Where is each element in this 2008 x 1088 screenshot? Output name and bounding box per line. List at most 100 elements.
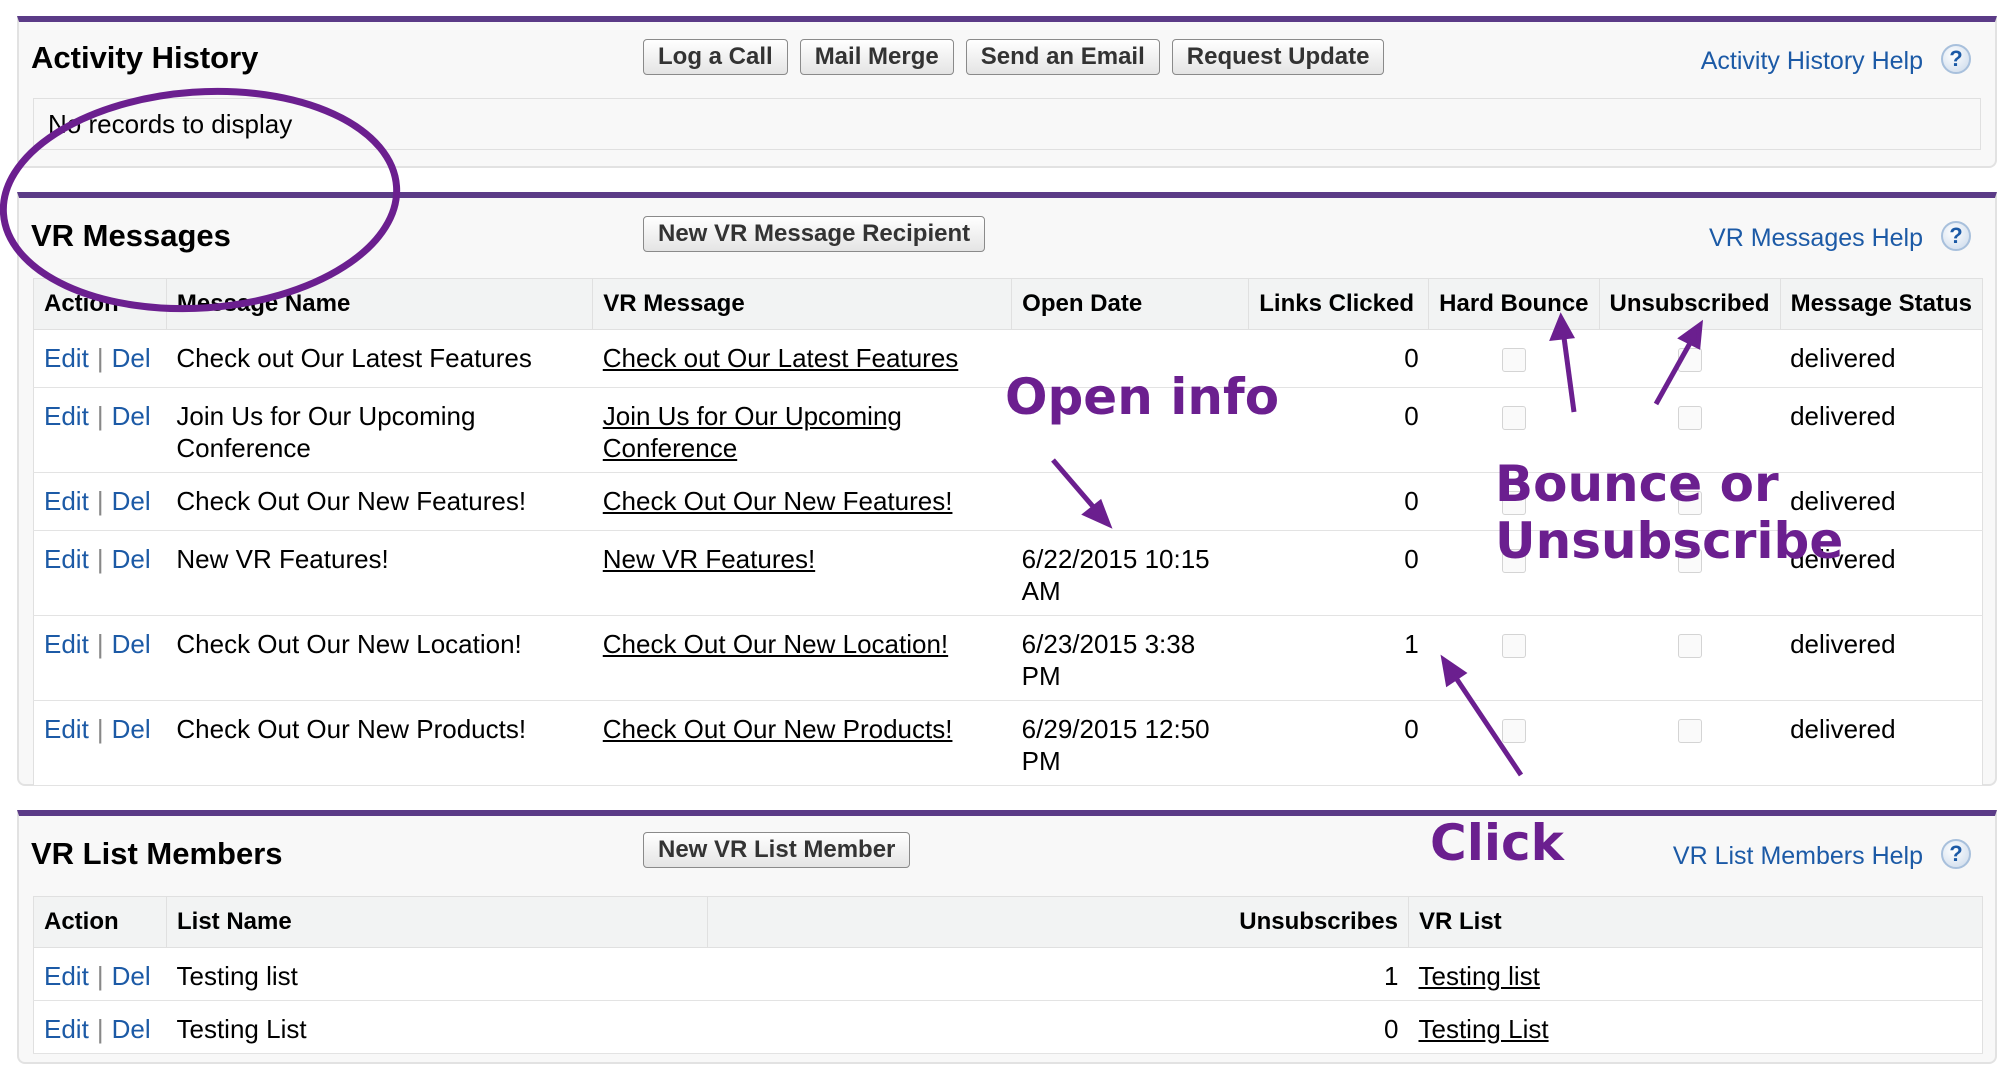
links-clicked-cell: 0 (1248, 700, 1429, 786)
links-clicked-cell: 0 (1248, 472, 1429, 531)
column-header-action: Action (33, 896, 167, 948)
message-status-cell: delivered (1780, 387, 1983, 473)
delete-link[interactable]: Del (112, 714, 151, 744)
request-update-button[interactable]: Request Update (1171, 39, 1385, 75)
annotation-open-info: Open info (1005, 368, 1280, 426)
delete-link[interactable]: Del (112, 544, 151, 574)
column-header-open-date: Open Date (1011, 278, 1250, 330)
vr-list-members-panel: VR List Members New VR List Member VR Li… (17, 810, 1997, 1064)
annotation-click: Click (1430, 814, 1564, 872)
column-header-links-clicked: Links Clicked (1248, 278, 1430, 330)
vr-list-members-table: Action List Name Unsubscribes VR List Ed… (33, 896, 1983, 1054)
action-separator: | (96, 961, 104, 991)
row-actions: Edit | Del (33, 947, 167, 1001)
help-icon[interactable]: ? (1941, 44, 1971, 74)
vr-message-link[interactable]: Check out Our Latest Features (603, 343, 959, 373)
vr-list-members-help-link[interactable]: VR List Members Help (1673, 842, 1923, 871)
message-name-cell: Check Out Our New Products! (166, 700, 593, 786)
list-name-cell: Testing List (166, 1000, 708, 1054)
unsubscribes-cell: 1 (707, 947, 1409, 1001)
open-date-cell: 6/23/2015 3:38 PM (1011, 615, 1249, 701)
edit-link[interactable]: Edit (44, 1014, 89, 1044)
send-an-email-button[interactable]: Send an Email (965, 39, 1160, 75)
column-header-message-name: Message Name (166, 278, 594, 330)
action-separator: | (96, 486, 104, 516)
delete-link[interactable]: Del (112, 629, 151, 659)
vr-messages-title: VR Messages (31, 218, 231, 253)
row-actions: Edit | Del (33, 530, 167, 616)
action-separator: | (96, 714, 104, 744)
hard-bounce-checkbox (1501, 406, 1526, 430)
unsubscribed-checkbox (1677, 634, 1702, 658)
unsubscribed-checkbox (1677, 348, 1702, 372)
row-actions: Edit | Del (33, 615, 167, 701)
column-header-unsubscribed: Unsubscribed (1599, 278, 1781, 330)
vr-message-link[interactable]: Join Us for Our Upcoming Conference (603, 401, 902, 463)
help-icon[interactable]: ? (1941, 839, 1971, 869)
action-separator: | (96, 343, 104, 373)
table-header-row: Action List Name Unsubscribes VR List (33, 896, 1983, 948)
vr-messages-help-link[interactable]: VR Messages Help (1709, 224, 1923, 253)
delete-link[interactable]: Del (112, 961, 151, 991)
column-header-unsubscribes: Unsubscribes (707, 896, 1409, 948)
column-header-action: Action (33, 278, 167, 330)
new-vr-message-recipient-button[interactable]: New VR Message Recipient (643, 216, 986, 252)
row-actions: Edit | Del (33, 387, 167, 473)
message-name-cell: New VR Features! (166, 530, 593, 616)
vr-message-link[interactable]: New VR Features! (603, 544, 815, 574)
list-name-cell: Testing list (166, 947, 708, 1001)
activity-history-buttons: Log a Call Mail Merge Send an Email Requ… (643, 39, 1385, 75)
edit-link[interactable]: Edit (44, 544, 89, 574)
delete-link[interactable]: Del (112, 486, 151, 516)
activity-history-panel: Activity History Log a Call Mail Merge S… (17, 16, 1997, 168)
help-icon[interactable]: ? (1941, 221, 1971, 251)
row-actions: Edit | Del (33, 472, 167, 531)
edit-link[interactable]: Edit (44, 714, 89, 744)
log-a-call-button[interactable]: Log a Call (643, 39, 788, 75)
edit-link[interactable]: Edit (44, 401, 89, 431)
edit-link[interactable]: Edit (44, 343, 89, 373)
table-header-row: Action Message Name VR Message Open Date… (33, 278, 1983, 330)
links-clicked-cell: 0 (1248, 530, 1429, 616)
delete-link[interactable]: Del (112, 401, 151, 431)
message-name-cell: Check Out Our New Features! (166, 472, 593, 531)
mail-merge-button[interactable]: Mail Merge (799, 39, 954, 75)
action-separator: | (96, 544, 104, 574)
action-separator: | (96, 401, 104, 431)
vr-list-link[interactable]: Testing list (1419, 961, 1540, 991)
delete-link[interactable]: Del (112, 1014, 151, 1044)
annotation-bounce-line2: Unsubscribe (1495, 512, 1844, 570)
vr-list-link[interactable]: Testing List (1419, 1014, 1549, 1044)
open-date-cell (1011, 472, 1249, 531)
message-status-cell: delivered (1780, 329, 1983, 388)
edit-link[interactable]: Edit (44, 629, 89, 659)
column-header-message-status: Message Status (1780, 278, 1983, 330)
vr-message-link[interactable]: Check Out Our New Location! (603, 629, 948, 659)
vr-message-link[interactable]: Check Out Our New Features! (603, 486, 953, 516)
message-status-cell: delivered (1780, 700, 1983, 786)
row-actions: Edit | Del (33, 700, 167, 786)
unsubscribed-checkbox (1677, 406, 1702, 430)
table-row: Edit | Del Check Out Our New Location! Check… (33, 615, 1983, 701)
open-date-cell: 6/22/2015 10:15 AM (1011, 530, 1249, 616)
column-header-vr-message: VR Message (592, 278, 1013, 330)
column-header-hard-bounce: Hard Bounce (1428, 278, 1600, 330)
table-row: Edit | Del Check Out Our New Products! Check… (33, 700, 1983, 786)
vr-list-members-buttons: New VR List Member (643, 832, 911, 868)
activity-history-title: Activity History (31, 40, 259, 75)
hard-bounce-checkbox (1501, 634, 1526, 658)
unsubscribed-checkbox (1677, 719, 1702, 743)
action-separator: | (96, 1014, 104, 1044)
delete-link[interactable]: Del (112, 343, 151, 373)
activity-history-help-link[interactable]: Activity History Help (1701, 47, 1923, 76)
table-row: Edit | Del Testing list 1 Testing list (33, 947, 1983, 1001)
hard-bounce-checkbox (1501, 719, 1526, 743)
row-actions: Edit | Del (33, 329, 167, 388)
edit-link[interactable]: Edit (44, 486, 89, 516)
table-row: Edit | Del Testing List 0 Testing List (33, 1000, 1983, 1054)
row-actions: Edit | Del (33, 1000, 167, 1054)
annotation-bounce-line1: Bounce or (1495, 455, 1779, 513)
vr-message-link[interactable]: Check Out Our New Products! (603, 714, 953, 744)
new-vr-list-member-button[interactable]: New VR List Member (643, 832, 911, 868)
edit-link[interactable]: Edit (44, 961, 89, 991)
